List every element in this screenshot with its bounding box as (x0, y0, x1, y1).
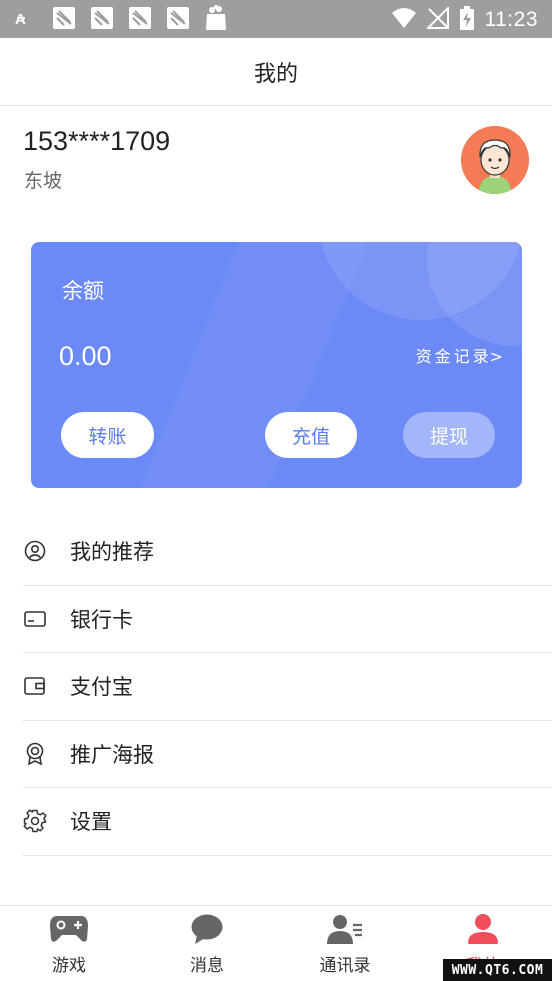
transfer-button[interactable]: 转账 (61, 412, 154, 458)
tab-label: 游戏 (52, 956, 86, 976)
withdraw-button[interactable]: 提现 (403, 412, 495, 458)
bank-card-icon (23, 607, 47, 631)
tab-messages[interactable]: 消息 (138, 906, 276, 981)
app-notification-icon (166, 6, 190, 30)
menu-item-bank-card[interactable]: 银行卡 (23, 586, 552, 653)
balance-value: 0.00 (59, 341, 112, 371)
tab-games[interactable]: 游戏 (0, 906, 138, 981)
contacts-icon (325, 912, 365, 946)
chat-bubble-icon (187, 912, 227, 946)
tab-label: 通讯录 (319, 956, 371, 976)
balance-card: 余额 0.00 资金记录> 转账 充值 提现 (31, 242, 522, 488)
chevron-right-icon: > (489, 347, 503, 366)
menu-item-label: 银行卡 (70, 607, 133, 632)
card-decoration (427, 242, 522, 346)
gamepad-icon (49, 912, 89, 946)
avatar[interactable] (461, 126, 529, 194)
fund-records-label: 资金记录 (415, 347, 492, 366)
wallet-icon (23, 674, 47, 698)
status-time: 11:23 (484, 8, 538, 31)
tab-label: 消息 (190, 956, 224, 976)
menu-list: 我的推荐 银行卡 支付宝 推广海报 设置 (23, 518, 552, 856)
app-notification-icon (52, 6, 76, 30)
tab-contacts[interactable]: 通讯录 (276, 906, 414, 981)
battery-charging-icon (459, 6, 475, 34)
system-status: 11:23 (391, 5, 539, 34)
balance-label: 余额 (62, 279, 104, 303)
menu-item-label: 设置 (70, 810, 112, 835)
notification-icons: A (14, 5, 228, 30)
shopping-bag-icon (204, 5, 228, 30)
status-bar: A 11:23 (0, 0, 552, 38)
nav-bar: 我的 (0, 38, 552, 106)
app-notification-icon (128, 6, 152, 30)
wifi-icon (391, 7, 417, 33)
gear-icon (23, 809, 47, 833)
menu-item-label: 支付宝 (70, 675, 133, 700)
page-title: 我的 (253, 61, 298, 87)
user-circle-icon (23, 539, 47, 563)
no-signal-icon (425, 5, 449, 33)
recharge-button[interactable]: 充值 (265, 412, 357, 458)
menu-item-settings[interactable]: 设置 (23, 788, 552, 856)
menu-item-label: 推广海报 (70, 742, 154, 767)
accessibility-icon: A (14, 6, 38, 30)
award-badge-icon (23, 742, 47, 766)
menu-item-label: 我的推荐 (70, 540, 154, 565)
user-nickname: 东坡 (24, 170, 63, 192)
person-icon (463, 912, 503, 946)
app-notification-icon (90, 6, 114, 30)
watermark: WWW.QT6.COM (443, 959, 552, 981)
menu-item-alipay[interactable]: 支付宝 (23, 653, 552, 721)
menu-item-my-referrals[interactable]: 我的推荐 (23, 518, 552, 586)
menu-item-promo-poster[interactable]: 推广海报 (23, 721, 552, 788)
fund-records-link[interactable]: 资金记录> (416, 343, 503, 367)
user-phone: 153****1709 (23, 126, 171, 156)
